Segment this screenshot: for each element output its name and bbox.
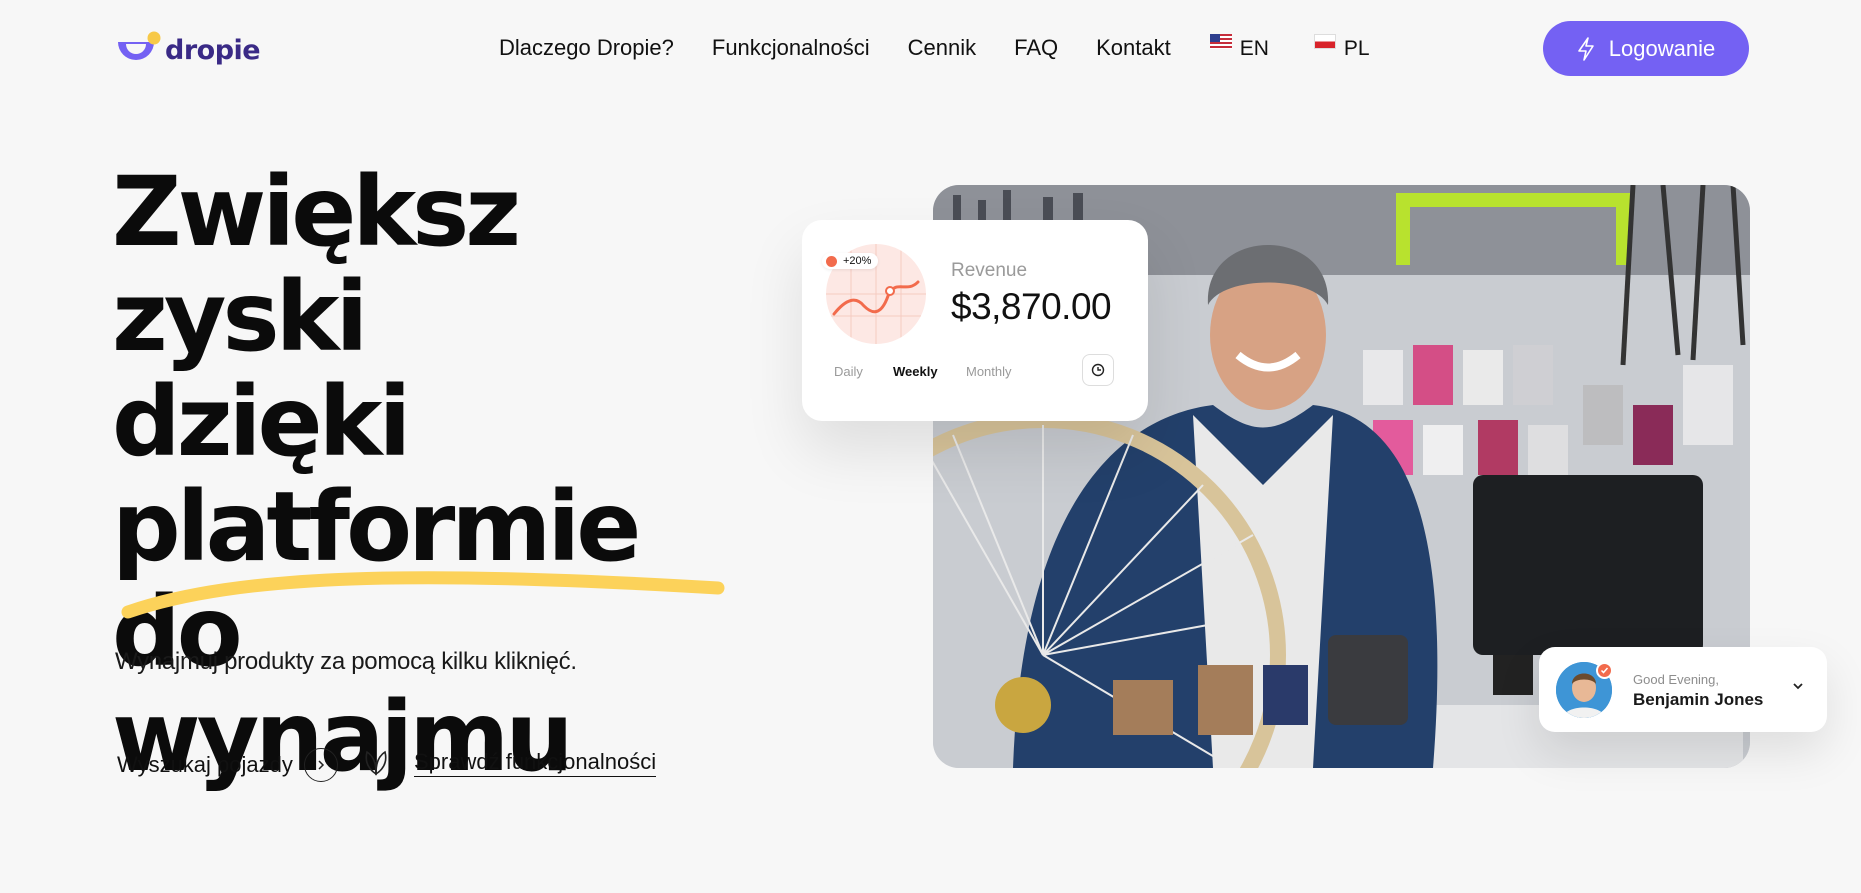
us-flag-icon: [1209, 34, 1232, 49]
period-tab-monthly[interactable]: Monthly: [966, 364, 1012, 379]
greeting-text: Good Evening,: [1633, 672, 1720, 687]
language-en[interactable]: EN: [1209, 34, 1269, 61]
logo[interactable]: dropie: [116, 30, 261, 70]
revenue-label: Revenue: [951, 260, 1028, 281]
search-vehicles-label: Wyszukaj pojazdy: [117, 752, 293, 777]
clock-button[interactable]: [1082, 354, 1114, 386]
nav-item-faq[interactable]: FAQ: [1014, 35, 1058, 61]
language-pl-label: PL: [1343, 37, 1370, 60]
hero-subtitle: Wynajmuj produkty za pomocą kilku klikni…: [115, 648, 577, 675]
revenue-value: $3,870.00: [951, 286, 1112, 327]
chevron-right-icon: [303, 748, 338, 782]
check-features-label: Sprawdź funkcjonalności: [414, 749, 657, 777]
language-en-label: EN: [1239, 37, 1269, 60]
revenue-growth-badge: +20%: [822, 253, 879, 269]
user-name: Benjamin Jones: [1633, 690, 1764, 709]
hero-title: Zwiększ zyski dzięki platformie do wynaj…: [112, 160, 752, 790]
chevron-down-icon[interactable]: [1791, 679, 1805, 693]
clock-icon: [1091, 363, 1105, 377]
logo-icon: [116, 30, 162, 70]
period-tab-weekly[interactable]: Weekly: [893, 364, 938, 379]
login-button-label: Logowanie: [1608, 35, 1716, 61]
search-vehicles-link[interactable]: Wyszukaj pojazdy: [117, 748, 338, 782]
nav-item-why-dropie[interactable]: Dlaczego Dropie?: [499, 35, 674, 61]
hero-title-line: Zwiększ zyski: [112, 156, 521, 373]
arrow-up-icon: [826, 255, 837, 267]
period-tab-daily[interactable]: Daily: [834, 364, 863, 379]
language-pl[interactable]: PL: [1313, 34, 1370, 61]
nav-item-contact[interactable]: Kontakt: [1096, 35, 1171, 61]
revenue-growth-value: +20%: [843, 255, 872, 267]
leaf-icon: [365, 750, 387, 776]
pl-flag-icon: [1313, 34, 1336, 49]
revenue-card: +20% Revenue $3,870.00 Daily Weekly Mont…: [802, 220, 1148, 421]
title-underline-swoosh: [121, 571, 725, 619]
check-features-link[interactable]: Sprawdź funkcjonalności: [361, 748, 657, 778]
main-nav: Dlaczego Dropie? Funkcjonalności Cennik …: [499, 34, 1410, 61]
login-button[interactable]: Logowanie: [1543, 21, 1749, 76]
user-greeting-card[interactable]: Good Evening, Benjamin Jones: [1539, 647, 1827, 732]
nav-item-pricing[interactable]: Cennik: [908, 35, 976, 61]
lightning-icon: [1577, 36, 1594, 61]
logo-text: dropie: [165, 34, 261, 66]
hero-title-line: dzięki: [112, 366, 411, 478]
nav-item-features[interactable]: Funkcjonalności: [712, 35, 870, 61]
verified-check-icon: [1596, 662, 1613, 679]
